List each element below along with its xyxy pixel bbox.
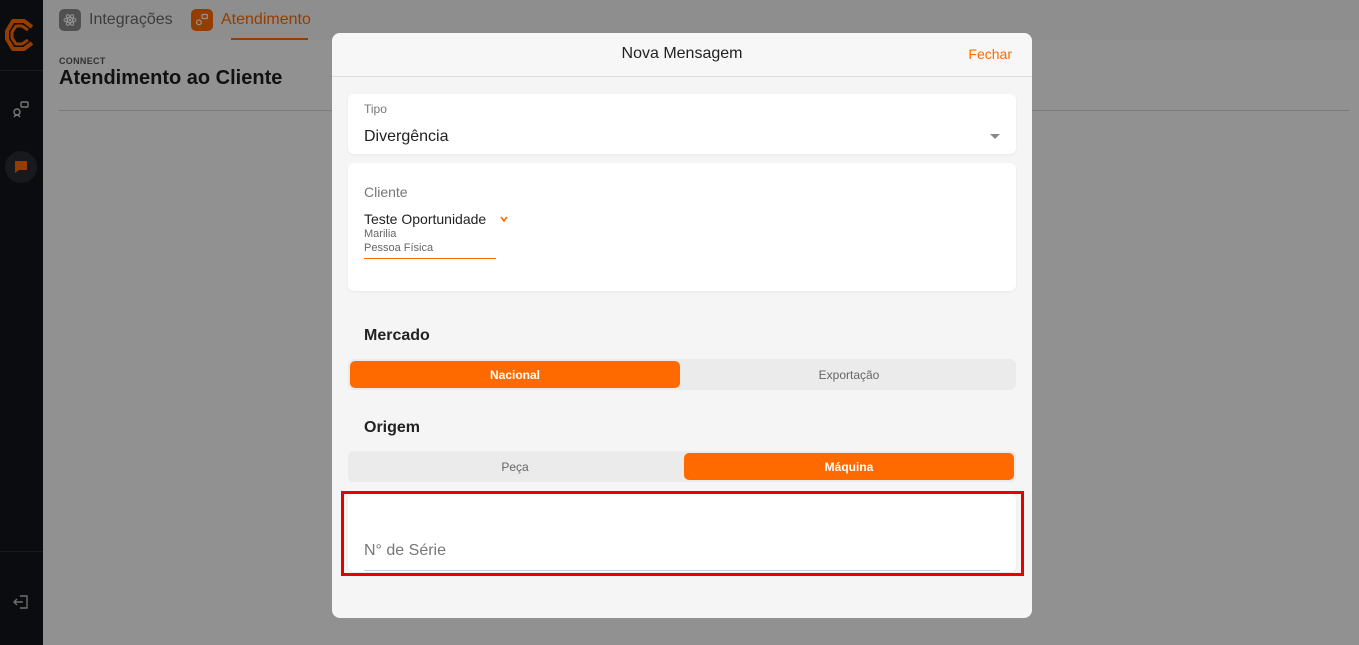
cliente-card: Cliente Teste Oportunidade Marilia Pesso…	[348, 163, 1016, 291]
mercado-option-nacional[interactable]: Nacional	[350, 361, 680, 388]
chevron-down-icon	[500, 216, 508, 222]
mercado-title: Mercado	[364, 327, 430, 344]
modal-header: Nova Mensagem Fechar	[332, 33, 1032, 77]
close-button[interactable]: Fechar	[968, 46, 1012, 62]
new-message-modal: Nova Mensagem Fechar Tipo Divergência Cl…	[332, 33, 1032, 618]
cliente-label: Cliente	[364, 184, 408, 200]
mercado-segmented-control: Nacional Exportação	[348, 359, 1016, 390]
cliente-city: Marilia	[364, 228, 397, 240]
cliente-picker[interactable]: Teste Oportunidade Marilia Pessoa Física	[364, 211, 508, 259]
tipo-select[interactable]: Tipo Divergência	[348, 94, 1016, 154]
origem-title: Origem	[364, 419, 421, 436]
serie-input-underline	[364, 570, 1000, 571]
origem-option-peca[interactable]: Peça	[350, 453, 680, 480]
origem-option-maquina[interactable]: Máquina	[684, 453, 1014, 480]
mercado-option-exportacao[interactable]: Exportação	[684, 361, 1014, 388]
origem-segmented-control: Peça Máquina	[348, 451, 1016, 482]
serie-field[interactable]: N° de Série	[348, 494, 1016, 572]
tipo-label: Tipo	[364, 102, 387, 116]
tipo-value: Divergência	[364, 128, 449, 145]
cliente-type: Pessoa Física	[364, 242, 434, 254]
cliente-name: Teste Oportunidade	[364, 211, 487, 227]
modal-title: Nova Mensagem	[621, 45, 743, 62]
dropdown-caret-icon	[990, 134, 1000, 139]
serie-label: N° de Série	[364, 542, 446, 559]
